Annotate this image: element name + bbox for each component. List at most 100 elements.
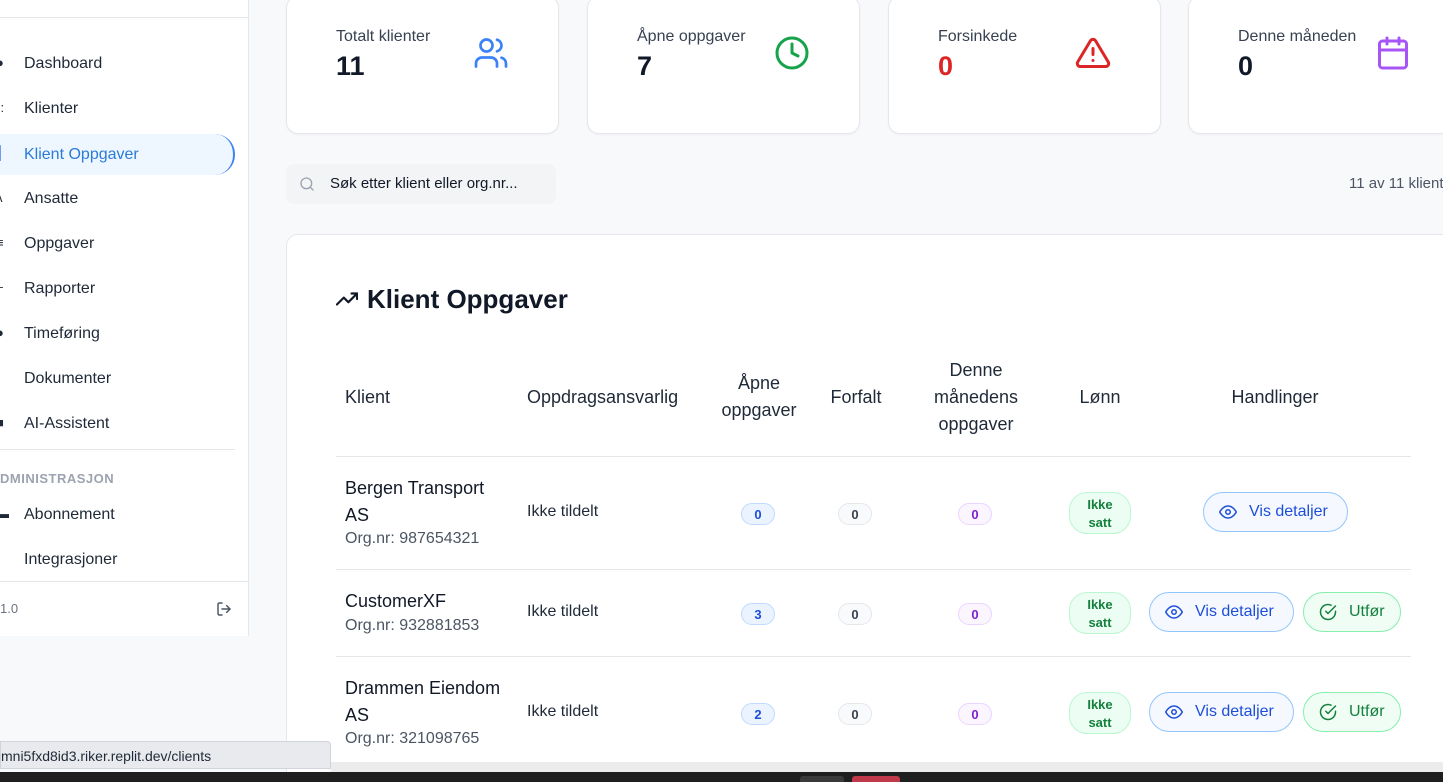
sidebar-item-oppgaver[interactable]: ≡ Oppgaver	[0, 224, 235, 264]
client-name[interactable]: CustomerXF	[345, 588, 515, 615]
panel-title: Klient Oppgaver	[367, 284, 568, 314]
header-line: oppgaver	[938, 414, 1014, 434]
column-header-overdue: Forfalt	[830, 387, 882, 407]
sidebar: ● Dashboard •: Klienter ▌ Klient Oppgave…	[0, 0, 249, 636]
search-input[interactable]	[330, 175, 550, 192]
badge-line: satt	[1088, 615, 1112, 630]
sidebar-item-timeforing[interactable]: ● Timeføring	[0, 314, 235, 354]
result-count: 11 av 11 klient	[1349, 175, 1443, 192]
clock-icon	[775, 36, 809, 70]
sidebar-item-dashboard[interactable]: ● Dashboard	[0, 44, 235, 84]
check-circle-icon	[1319, 603, 1337, 621]
salary-status-badge: Ikke satt	[1069, 692, 1131, 734]
stat-value: 0	[1238, 51, 1254, 81]
sidebar-item-abonnement[interactable]: ▬ Abonnement	[0, 495, 235, 535]
column-header-open-tasks: Åpne oppgaver	[708, 370, 810, 424]
sidebar-top-divider	[0, 17, 249, 18]
taskbar-app-icon[interactable]	[852, 776, 900, 782]
sidebar-item-dokumenter[interactable]: ▏ Dokumenter	[0, 359, 235, 399]
stat-label: Totalt klienter	[336, 28, 431, 45]
sidebar-item-rapporter[interactable]: ⌐ Rapporter	[0, 269, 235, 309]
badge-line: satt	[1088, 515, 1112, 530]
overdue-badge: 0	[838, 503, 872, 525]
search-icon	[300, 177, 314, 191]
taskbar-app-icon[interactable]	[800, 776, 844, 782]
badge-line: Ikke	[1087, 697, 1113, 712]
month-tasks-badge: 0	[958, 603, 992, 625]
row-divider	[336, 656, 1411, 657]
os-taskbar	[0, 772, 1443, 782]
client-name-line: AS	[345, 705, 370, 725]
header-line: månedens	[933, 387, 1019, 407]
clipboard-icon: ▌	[0, 145, 6, 160]
assignee: Ikke tildelt	[527, 703, 599, 720]
sidebar-item-label: Integrasjoner	[24, 551, 118, 568]
chart-icon: ⌐	[0, 281, 6, 295]
button-label: Utfør	[1349, 603, 1385, 620]
sidebar-item-integrasjoner[interactable]: ˋ Integrasjoner	[0, 540, 235, 580]
month-tasks-badge: 0	[958, 503, 992, 525]
eye-icon	[1165, 705, 1183, 719]
horizontal-scrollbar[interactable]	[331, 762, 1443, 772]
sidebar-bottom-divider	[0, 581, 249, 582]
sidebar-item-label: Oppgaver	[24, 235, 95, 252]
execute-button[interactable]: Utfør	[1303, 592, 1401, 632]
card-icon: ▬	[0, 506, 9, 521]
sidebar-item-label: Timeføring	[24, 325, 100, 342]
sidebar-item-label: Klienter	[24, 100, 79, 117]
calendar-icon	[1378, 36, 1408, 70]
client-org-number: Org.nr: 321098765	[345, 730, 480, 747]
stat-label: Åpne oppgaver	[637, 28, 746, 45]
eye-icon	[1165, 605, 1183, 619]
stat-label: Denne måneden	[1238, 28, 1357, 45]
stat-label: Forsinkede	[938, 28, 1018, 45]
logout-icon[interactable]	[216, 601, 232, 617]
column-header-responsible: Oppdragsansvarlig	[527, 387, 679, 407]
sidebar-item-label: Dashboard	[24, 55, 103, 72]
button-label: Vis detaljer	[1195, 703, 1274, 720]
button-label: Vis detaljer	[1249, 503, 1328, 520]
button-label: Vis detaljer	[1195, 603, 1274, 620]
sidebar-item-klienter[interactable]: •: Klienter	[0, 89, 235, 129]
client-name-line: Bergen Transport	[345, 478, 485, 498]
client-name[interactable]: Drammen Eiendom AS	[345, 675, 515, 729]
button-label: Utfør	[1349, 703, 1385, 720]
overdue-badge: 0	[838, 603, 872, 625]
sidebar-item-label: Dokumenter	[24, 370, 112, 387]
sidebar-item-ai-assistent[interactable]: ■ AI-Assistent	[0, 404, 235, 444]
month-tasks-badge: 0	[958, 703, 992, 725]
sidebar-item-ansatte[interactable]: ʌ Ansatte	[0, 179, 235, 219]
client-name[interactable]: Bergen Transport AS	[345, 475, 515, 529]
view-details-button[interactable]: Vis detaljer	[1203, 492, 1348, 532]
stat-value: 7	[637, 51, 653, 81]
view-details-button[interactable]: Vis detaljer	[1149, 592, 1294, 632]
users-icon	[474, 38, 508, 68]
assignee: Ikke tildelt	[527, 603, 599, 620]
client-name-line: AS	[345, 505, 370, 525]
dashboard-icon: ●	[0, 56, 6, 70]
execute-button[interactable]: Utfør	[1303, 692, 1401, 732]
salary-status-badge: Ikke satt	[1069, 592, 1131, 634]
column-header-this-month: Denne månedens oppgaver	[918, 357, 1034, 438]
view-details-button[interactable]: Vis detaljer	[1149, 692, 1294, 732]
open-tasks-badge: 0	[741, 503, 775, 525]
open-tasks-badge: 3	[741, 603, 775, 625]
assignee: Ikke tildelt	[527, 503, 599, 520]
trending-up-icon	[336, 292, 358, 306]
sidebar-item-klient-oppgaver[interactable]: ▌ Klient Oppgaver	[0, 134, 235, 175]
badge-line: Ikke	[1087, 597, 1113, 612]
sidebar-item-label: Abonnement	[24, 506, 115, 523]
column-header-client: Klient	[345, 387, 391, 407]
app-version: 1.0	[0, 601, 19, 616]
row-divider	[336, 569, 1411, 570]
badge-line: Ikke	[1087, 497, 1113, 512]
file-icon: ▏	[0, 370, 6, 385]
column-header-salary: Lønn	[1079, 387, 1121, 407]
stat-value: 11	[336, 51, 365, 81]
eye-icon	[1219, 505, 1237, 519]
stat-value: 0	[938, 51, 954, 81]
sidebar-item-label: Klient Oppgaver	[24, 145, 139, 163]
search-box	[286, 164, 556, 204]
sidebar-item-label: AI-Assistent	[24, 415, 110, 432]
client-org-number: Org.nr: 932881853	[345, 617, 480, 634]
